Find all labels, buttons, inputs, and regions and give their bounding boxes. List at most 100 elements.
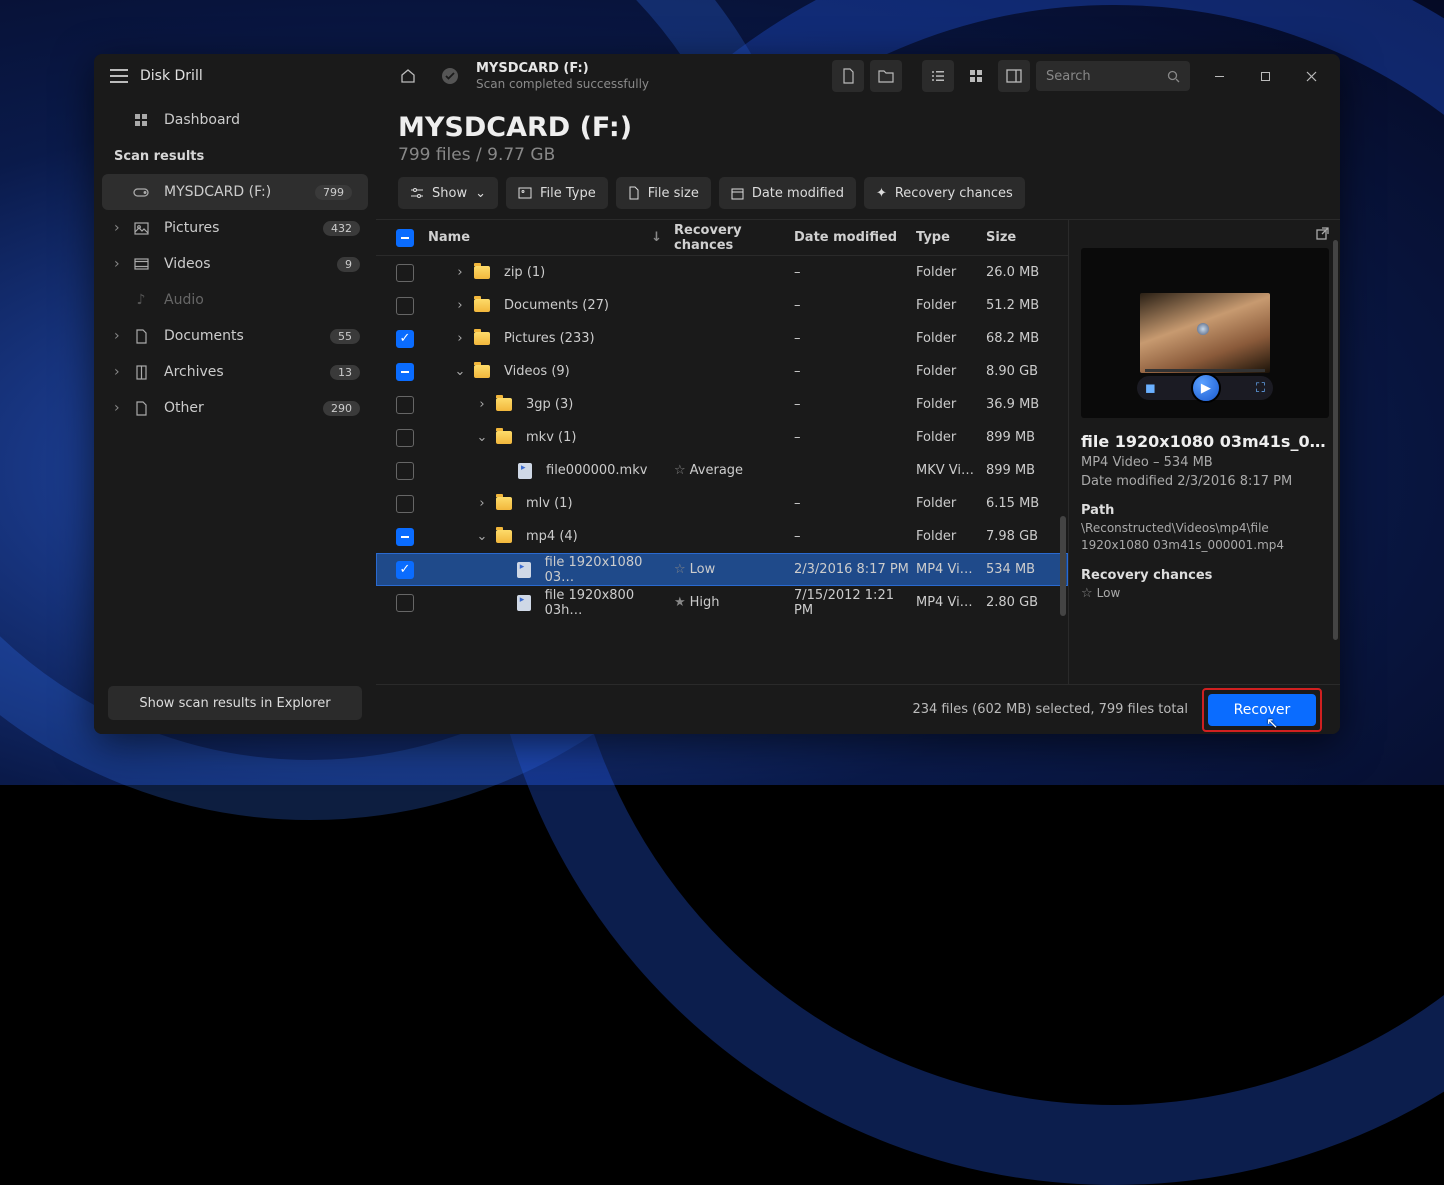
file-name: Videos (9) [504, 364, 570, 379]
row-checkbox[interactable] [396, 396, 414, 414]
close-button[interactable] [1288, 60, 1334, 92]
expand-toggle[interactable]: › [452, 265, 468, 280]
expand-toggle[interactable]: › [474, 397, 490, 412]
column-recovery[interactable]: Recovery chances [674, 223, 794, 253]
search-icon [1167, 70, 1180, 83]
picture-icon [132, 222, 150, 235]
row-size: 36.9 MB [986, 397, 1068, 412]
preview-file-meta: MP4 Video – 534 MB [1081, 455, 1328, 470]
row-checkbox[interactable] [396, 264, 414, 282]
sidebar-item-pictures[interactable]: › Pictures 432 [94, 210, 376, 246]
view-grid-icon[interactable] [960, 60, 992, 92]
row-checkbox[interactable] [396, 429, 414, 447]
row-size: 51.2 MB [986, 298, 1068, 313]
table-row[interactable]: ›zip (1)–Folder26.0 MB [376, 256, 1068, 289]
row-checkbox[interactable] [396, 363, 414, 381]
play-button[interactable]: ▶ [1191, 373, 1221, 403]
select-all-checkbox[interactable] [396, 229, 414, 247]
row-checkbox[interactable] [396, 462, 414, 480]
folder-icon [474, 332, 490, 345]
expand-toggle[interactable]: › [474, 496, 490, 511]
column-type[interactable]: Type [916, 230, 986, 245]
row-checkbox[interactable] [396, 528, 414, 546]
maximize-button[interactable] [1242, 60, 1288, 92]
table-row[interactable]: ✓file 1920x1080 03…☆Low2/3/2016 8:17 PMM… [376, 553, 1068, 586]
table-row[interactable]: ⌄mp4 (4)–Folder7.98 GB [376, 520, 1068, 553]
footer-bar: 234 files (602 MB) selected, 799 files t… [376, 684, 1340, 734]
expand-toggle[interactable]: › [452, 298, 468, 313]
table-row[interactable]: ›Documents (27)–Folder51.2 MB [376, 289, 1068, 322]
folder-icon [496, 497, 512, 510]
filter-file-type[interactable]: File Type [506, 177, 608, 209]
row-checkbox[interactable] [396, 495, 414, 513]
fullscreen-icon[interactable]: ⛶ [1256, 381, 1265, 396]
stop-icon[interactable]: ◼ [1145, 381, 1156, 396]
row-type: Folder [916, 364, 986, 379]
preview-scrollbar[interactable] [1333, 240, 1338, 640]
column-name[interactable]: Name [428, 230, 470, 245]
row-size: 899 MB [986, 463, 1068, 478]
filter-bar: Show⌄ File Type File size Date modified … [376, 177, 1340, 219]
row-checkbox[interactable] [396, 594, 414, 612]
row-type: MKV Vi… [916, 463, 986, 478]
table-row[interactable]: file 1920x800 03h…★High7/15/2012 1:21 PM… [376, 586, 1068, 619]
row-type: Folder [916, 331, 986, 346]
table-row[interactable]: file000000.mkv☆AverageMKV Vi…899 MB [376, 454, 1068, 487]
row-checkbox[interactable] [396, 297, 414, 315]
row-type: Folder [916, 265, 986, 280]
other-icon [132, 401, 150, 416]
scrollbar-thumb[interactable] [1060, 516, 1066, 616]
sidebar-item-videos[interactable]: › Videos 9 [94, 246, 376, 282]
row-size: 8.90 GB [986, 364, 1068, 379]
file-name: file 1920x800 03h… [545, 588, 674, 618]
table-row[interactable]: ›mlv (1)–Folder6.15 MB [376, 487, 1068, 520]
filter-file-size[interactable]: File size [616, 177, 711, 209]
recover-button[interactable]: Recover ↖ [1208, 694, 1316, 726]
folder-icon [496, 530, 512, 543]
expand-toggle[interactable]: ⌄ [452, 364, 468, 379]
sidebar-item-other[interactable]: › Other 290 [94, 390, 376, 426]
sidebar-dashboard[interactable]: Dashboard [94, 102, 376, 138]
file-icon[interactable] [832, 60, 864, 92]
sidebar-item-drive[interactable]: MYSDCARD (F:) 799 [102, 174, 368, 210]
preview-file-name: file 1920x1080 03m41s_00… [1081, 432, 1328, 451]
row-recovery: ★High [674, 595, 794, 610]
view-preview-icon[interactable] [998, 60, 1030, 92]
filter-date-modified[interactable]: Date modified [719, 177, 856, 209]
row-date: – [794, 430, 916, 445]
document-icon [132, 329, 150, 344]
file-name: file 1920x1080 03… [545, 555, 674, 585]
table-row[interactable]: ✓›Pictures (233)–Folder68.2 MB [376, 322, 1068, 355]
scan-status: MYSDCARD (F:) Scan completed successfull… [476, 61, 649, 91]
expand-toggle[interactable]: ⌄ [474, 430, 490, 445]
table-row[interactable]: ›3gp (3)–Folder36.9 MB [376, 388, 1068, 421]
folder-icon[interactable] [870, 60, 902, 92]
expand-toggle[interactable]: › [452, 331, 468, 346]
filter-recovery-chances[interactable]: ✦Recovery chances [864, 177, 1025, 209]
expand-toggle[interactable]: ⌄ [474, 529, 490, 544]
sidebar-item-audio[interactable]: ♪ Audio [94, 282, 376, 318]
minimize-button[interactable] [1196, 60, 1242, 92]
row-size: 899 MB [986, 430, 1068, 445]
table-row[interactable]: ⌄Videos (9)–Folder8.90 GB [376, 355, 1068, 388]
scan-complete-icon [434, 60, 466, 92]
row-checkbox[interactable]: ✓ [396, 561, 414, 579]
search-input[interactable]: Search [1036, 61, 1190, 91]
row-date: – [794, 331, 916, 346]
sidebar-item-documents[interactable]: › Documents 55 [94, 318, 376, 354]
column-size[interactable]: Size [986, 230, 1068, 245]
row-recovery: ☆Average [674, 463, 794, 478]
sidebar-item-archives[interactable]: › Archives 13 [94, 354, 376, 390]
hamburger-icon[interactable] [110, 69, 128, 83]
row-checkbox[interactable]: ✓ [396, 330, 414, 348]
column-date[interactable]: Date modified [794, 230, 916, 245]
show-in-explorer-button[interactable]: Show scan results in Explorer [108, 686, 362, 720]
view-list-icon[interactable] [922, 60, 954, 92]
home-icon[interactable] [392, 60, 424, 92]
row-type: Folder [916, 397, 986, 412]
folder-icon [496, 431, 512, 444]
table-row[interactable]: ⌄mkv (1)–Folder899 MB [376, 421, 1068, 454]
popout-icon[interactable] [1315, 226, 1330, 241]
filter-show[interactable]: Show⌄ [398, 177, 498, 209]
row-date: – [794, 265, 916, 280]
